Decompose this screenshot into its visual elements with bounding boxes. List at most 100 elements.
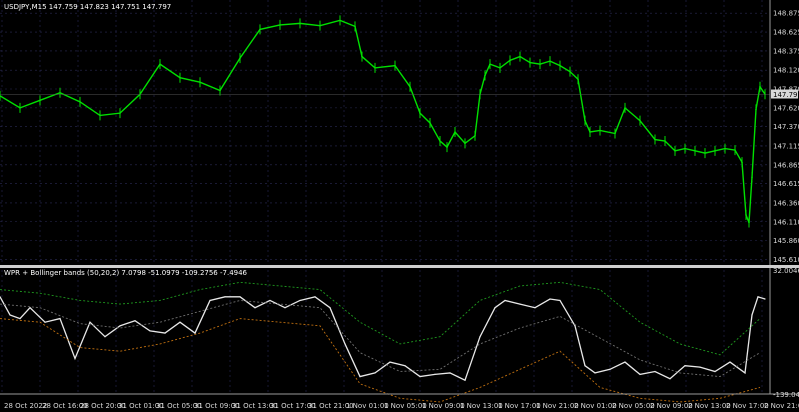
price-point [59, 91, 61, 94]
wpr-point [19, 317, 21, 320]
price-point [499, 67, 501, 69]
wpr-point [329, 307, 331, 309]
lower-band [0, 318, 761, 403]
y-tick-label: 147.370 [773, 123, 799, 131]
wpr-point [449, 372, 451, 374]
wpr-point [684, 365, 686, 367]
price-point [374, 67, 376, 69]
price-point [529, 61, 531, 64]
wpr-point [59, 317, 61, 320]
wpr-point [359, 375, 361, 378]
x-tick-label: 2 Nov 21:00 [764, 402, 799, 410]
price-point [599, 129, 601, 132]
price-point [724, 147, 726, 150]
price-point [446, 146, 448, 148]
y-tick-label: 145.860 [773, 237, 799, 245]
wpr-point [751, 314, 753, 316]
wpr-point [434, 373, 436, 375]
price-point [519, 55, 521, 58]
price-point [484, 74, 486, 77]
x-tick-label: 2 Nov 13:00 [688, 402, 731, 410]
wpr-point [594, 372, 596, 374]
y-tick-label: 146.615 [773, 180, 799, 188]
price-point [759, 85, 761, 88]
x-tick-label: 1 Nov 17:00 [498, 402, 541, 410]
price-point [199, 81, 201, 84]
wpr-point [149, 330, 151, 332]
price-point [569, 70, 571, 73]
wpr-point [624, 361, 626, 363]
x-tick-label: 1 Nov 13:00 [460, 402, 503, 410]
y-tick-label: 146.110 [773, 218, 799, 226]
price-point [745, 214, 747, 216]
price-point [179, 76, 181, 79]
price-point [664, 140, 666, 142]
x-tick-label: 1 Nov 09:00 [422, 402, 465, 410]
price-point [509, 59, 511, 62]
x-tick-label: 2 Nov 09:00 [650, 402, 693, 410]
wpr-point [374, 372, 376, 374]
wpr-point [119, 325, 121, 327]
wpr-point [764, 298, 766, 300]
wpr-point [404, 365, 406, 367]
y-tick-label: 146.360 [773, 199, 799, 207]
wpr-point [699, 366, 701, 368]
price-point [464, 142, 466, 145]
price-point [694, 150, 696, 152]
wpr-point [29, 307, 31, 309]
wpr-point [584, 365, 586, 367]
wpr-point [494, 307, 496, 309]
wpr-point [9, 314, 11, 316]
price-point [19, 107, 21, 109]
wpr-point [559, 299, 561, 302]
y-tick-label: 147.115 [773, 142, 799, 150]
price-point [409, 85, 411, 88]
price-point [279, 24, 281, 26]
price-point [559, 64, 561, 67]
price-point [589, 131, 591, 133]
price-point [319, 24, 321, 27]
price-point [419, 112, 421, 114]
wpr-point [224, 296, 226, 298]
price-point [751, 176, 753, 179]
wpr-point [609, 368, 611, 370]
price-chart-pane [0, 15, 770, 228]
price-point [539, 63, 541, 65]
wpr-point [669, 378, 671, 380]
price-point [577, 78, 579, 80]
price-point [429, 122, 431, 124]
wpr-point [639, 373, 641, 375]
wpr-point [419, 375, 421, 378]
wpr-point [254, 307, 256, 309]
wpr-point [344, 343, 346, 345]
wpr-point [504, 299, 506, 302]
price-point [489, 63, 491, 65]
chart-canvas[interactable]: 28 Oct 202228 Oct 16:0028 Oct 20:0031 Oc… [0, 0, 799, 412]
x-tick-label: 28 Oct 2022 [4, 402, 47, 410]
price-point [454, 131, 456, 133]
price-point [159, 63, 161, 65]
wpr-point [549, 298, 551, 300]
y-tick-label: 148.120 [773, 67, 799, 75]
wpr-point [269, 299, 271, 302]
chart-grid [0, 0, 770, 394]
price-point [394, 64, 396, 67]
price-point [748, 221, 750, 224]
wpr-line [0, 296, 766, 382]
y-tick-label: 148.625 [773, 29, 799, 37]
wpr-point [164, 332, 166, 334]
wpr-point [299, 299, 301, 302]
price-point [361, 55, 363, 58]
wpr-point [74, 357, 76, 360]
y-tick-label: 148.875 [773, 10, 799, 18]
price-point [439, 140, 441, 142]
y-tick-label: 147.620 [773, 104, 799, 112]
trading-chart-window[interactable]: 28 Oct 2022 28 Oct 16:00 28 Oct 20:00 31 Oc… [0, 0, 799, 412]
y-tick-label: 148.375 [773, 47, 799, 55]
price-point [474, 134, 476, 137]
indicator-title: WPR + Bollinger bands (50,20,2) 7.0798 -… [4, 269, 248, 277]
price-tag-label: 147.797 [773, 91, 799, 99]
price-point [354, 25, 356, 28]
price-point [704, 152, 706, 154]
wpr-point [179, 321, 181, 323]
